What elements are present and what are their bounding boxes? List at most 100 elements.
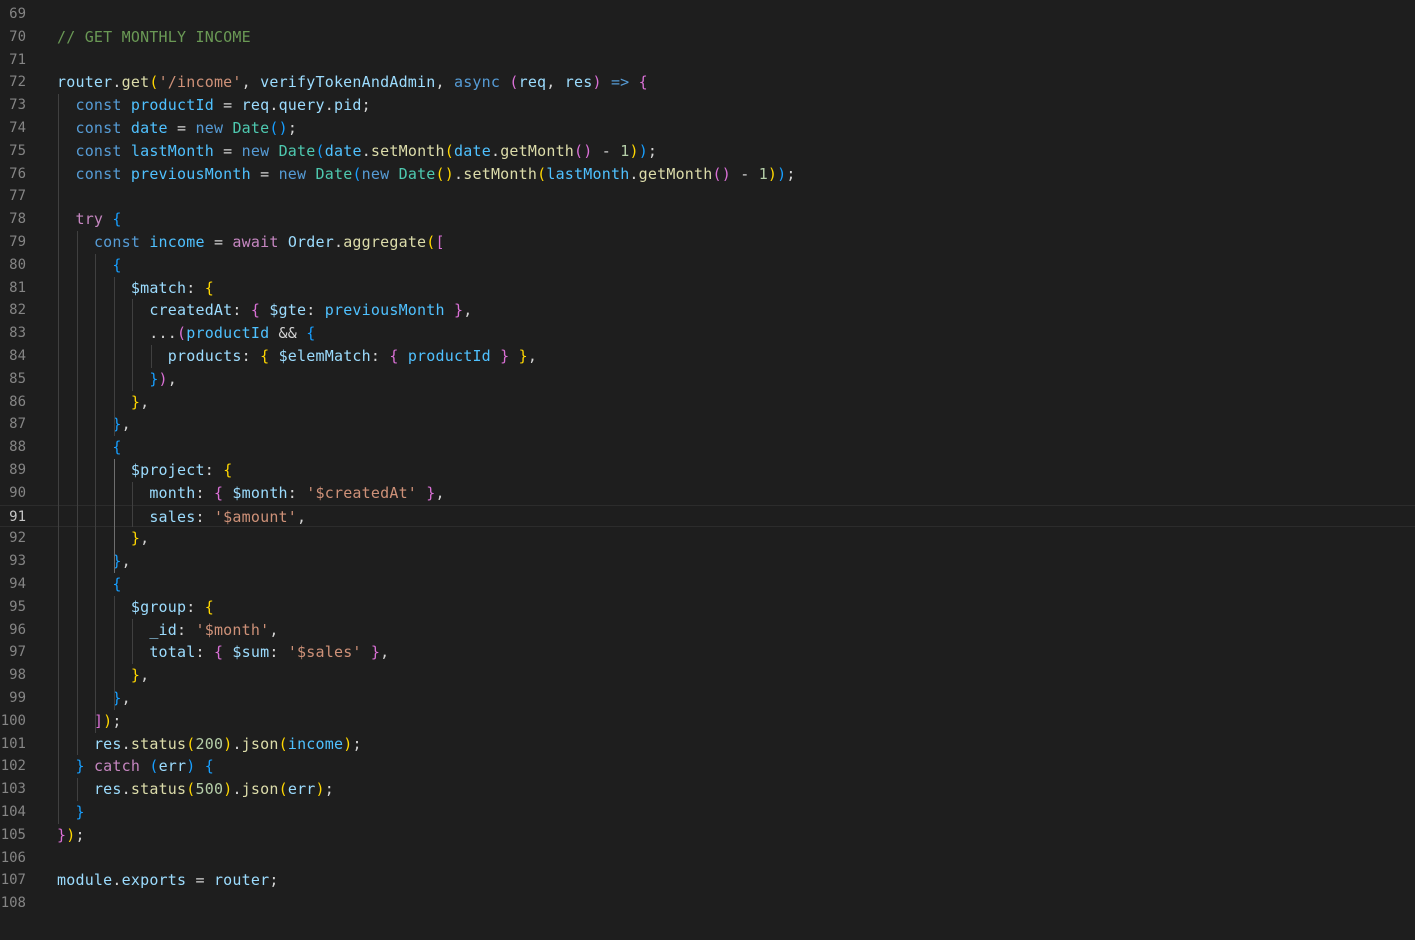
- code-line[interactable]: 82 createdAt: { $gte: previousMonth },: [0, 299, 1415, 322]
- code-text[interactable]: $project: {: [57, 459, 232, 482]
- code-line[interactable]: 78 try {: [0, 208, 1415, 231]
- code-editor[interactable]: 69 70// GET MONTHLY INCOME 71 72 router.get(…: [0, 0, 1415, 940]
- code-line[interactable]: 87 },: [0, 413, 1415, 436]
- code-line[interactable]: 77: [0, 185, 1415, 208]
- code-line[interactable]: 83 ...(productId && {: [0, 322, 1415, 345]
- code-line[interactable]: 85 }),: [0, 368, 1415, 391]
- code-text[interactable]: const productId = req.query.pid;: [57, 94, 371, 117]
- code-text[interactable]: // GET MONTHLY INCOME: [57, 26, 251, 49]
- code-line[interactable]: 105});: [0, 824, 1415, 847]
- code-token: .: [112, 871, 122, 890]
- code-token: lastMonth: [130, 141, 214, 160]
- code-line[interactable]: 95 $group: {: [0, 596, 1415, 619]
- code-line[interactable]: 100 ]);: [0, 710, 1415, 733]
- code-token: }: [75, 803, 85, 821]
- code-line[interactable]: 80 {: [0, 254, 1415, 277]
- code-text[interactable]: {: [57, 573, 122, 596]
- code-line[interactable]: 88 {: [0, 436, 1415, 459]
- code-token: ,: [121, 552, 131, 571]
- code-line-current[interactable]: 91 sales: '$amount',: [0, 504, 1415, 528]
- code-line[interactable]: 76 const previousMonth = new Date(new Da…: [0, 163, 1415, 186]
- code-line[interactable]: 86 },: [0, 391, 1415, 414]
- code-line[interactable]: 96 _id: '$month',: [0, 619, 1415, 642]
- code-token: (: [444, 141, 455, 160]
- code-line[interactable]: 70 // GET MONTHLY INCOME: [0, 26, 1415, 49]
- code-token: json: [241, 780, 279, 799]
- line-number: 90: [9, 484, 26, 501]
- code-line[interactable]: 92 },: [0, 527, 1415, 550]
- code-text[interactable]: } catch (err) {: [57, 755, 214, 778]
- code-line[interactable]: 102 } catch (err) {: [0, 755, 1415, 778]
- code-token: (: [574, 141, 584, 160]
- code-token: }: [500, 347, 510, 365]
- line-number: 73: [9, 97, 26, 114]
- code-text[interactable]: {: [57, 436, 122, 459]
- code-token: .: [454, 164, 464, 183]
- code-line[interactable]: 99 },: [0, 687, 1415, 710]
- code-text[interactable]: month: { $month: '$createdAt' },: [57, 482, 445, 505]
- code-token: setMonth: [370, 141, 445, 160]
- code-line[interactable]: 93 },: [0, 550, 1415, 573]
- code-text[interactable]: }),: [57, 368, 177, 391]
- code-text[interactable]: $group: {: [57, 596, 214, 619]
- code-text[interactable]: });: [57, 824, 85, 847]
- code-line[interactable]: 72 router.get('/income', verifyTokenAndAd…: [0, 71, 1415, 94]
- code-token: }: [75, 757, 85, 776]
- code-line[interactable]: 74 const date = new Date();: [0, 117, 1415, 140]
- code-text[interactable]: _id: '$month',: [57, 619, 279, 642]
- code-token: ,: [140, 392, 150, 411]
- code-line[interactable]: 104 }: [0, 801, 1415, 824]
- code-line[interactable]: 94 {: [0, 573, 1415, 596]
- code-text[interactable]: },: [57, 550, 131, 573]
- code-line[interactable]: 84 products: { $elemMatch: { productId }…: [0, 345, 1415, 368]
- code-text[interactable]: }: [57, 801, 85, 824]
- code-line[interactable]: 69: [0, 3, 1415, 26]
- code-text[interactable]: module.exports = router;: [57, 869, 279, 892]
- code-token: (: [537, 164, 547, 183]
- code-line[interactable]: 75 const lastMonth = new Date(date.setMo…: [0, 140, 1415, 163]
- code-text[interactable]: res.status(200).json(income);: [57, 733, 362, 756]
- code-text[interactable]: {: [57, 254, 122, 277]
- code-text[interactable]: ]);: [57, 710, 122, 733]
- code-text[interactable]: const lastMonth = new Date(date.setMonth…: [57, 140, 657, 163]
- code-line[interactable]: 107 module.exports = router;: [0, 869, 1415, 892]
- code-token: ): [444, 164, 455, 183]
- code-token: }: [130, 666, 141, 685]
- code-text[interactable]: try {: [57, 208, 122, 231]
- code-text[interactable]: },: [57, 391, 149, 414]
- code-line[interactable]: 106: [0, 847, 1415, 870]
- code-text[interactable]: router.get('/income', verifyTokenAndAdmi…: [57, 71, 648, 94]
- code-token: setMonth: [463, 164, 538, 183]
- code-line[interactable]: 108: [0, 892, 1415, 915]
- code-text[interactable]: },: [57, 413, 131, 436]
- code-text[interactable]: createdAt: { $gte: previousMonth },: [57, 299, 472, 322]
- code-token: const: [75, 96, 122, 115]
- code-token: 500: [195, 780, 224, 799]
- code-token: $group: [130, 597, 187, 616]
- code-text[interactable]: const date = new Date();: [57, 117, 297, 140]
- code-text[interactable]: products: { $elemMatch: { productId } },: [57, 345, 537, 368]
- code-line[interactable]: 79 const income = await Order.aggregate(…: [0, 231, 1415, 254]
- code-line[interactable]: 98 },: [0, 664, 1415, 687]
- code-line[interactable]: 97 total: { $sum: '$sales' },: [0, 641, 1415, 664]
- code-line[interactable]: 73 const productId = req.query.pid;: [0, 94, 1415, 117]
- code-line[interactable]: 101 res.status(200).json(income);: [0, 733, 1415, 756]
- code-text[interactable]: },: [57, 527, 149, 550]
- code-text[interactable]: $match: {: [57, 277, 214, 300]
- code-text[interactable]: total: { $sum: '$sales' },: [57, 641, 389, 664]
- indent-guide: [113, 459, 115, 573]
- code-line[interactable]: 89 $project: {: [0, 459, 1415, 482]
- code-line[interactable]: 81 $match: {: [0, 277, 1415, 300]
- code-text[interactable]: },: [57, 687, 131, 710]
- code-line[interactable]: 90 month: { $month: '$createdAt' },: [0, 482, 1415, 505]
- code-line[interactable]: 103 res.status(500).json(err);: [0, 778, 1415, 801]
- code-line[interactable]: 71: [0, 49, 1415, 72]
- code-text[interactable]: },: [57, 664, 149, 687]
- code-text[interactable]: res.status(500).json(err);: [57, 778, 334, 801]
- code-token: '/income': [158, 73, 242, 92]
- code-text[interactable]: const previousMonth = new Date(new Date(…: [57, 163, 796, 186]
- code-text[interactable]: const income = await Order.aggregate([: [57, 231, 445, 254]
